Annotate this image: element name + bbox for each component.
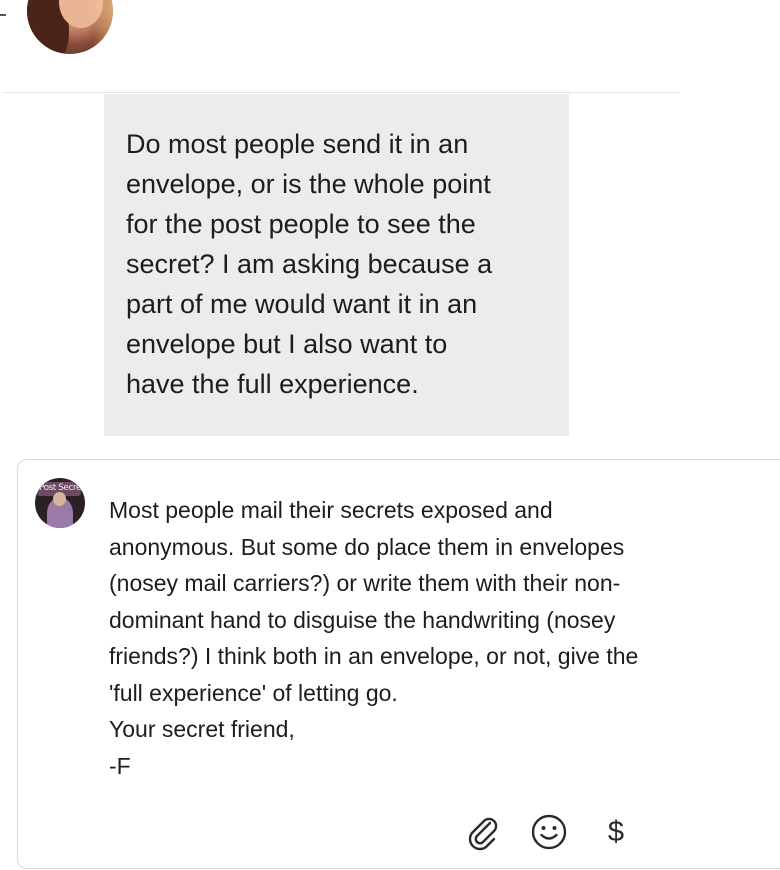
partial-mark	[0, 14, 6, 16]
reply-message-text: Most people mail their secrets exposed a…	[109, 497, 639, 779]
user-avatar[interactable]	[27, 0, 113, 54]
user-message-bubble: Do most people send it in an envelope, o…	[104, 94, 569, 436]
user-message-text: Do most people send it in an envelope, o…	[126, 129, 493, 399]
avatar-light	[93, 0, 113, 54]
avatar-head	[53, 492, 66, 506]
reply-card: Post Secret Most people mail their secre…	[17, 459, 780, 869]
dollar-icon: $	[607, 815, 625, 848]
message-thread: Do most people send it in an envelope, o…	[0, 0, 780, 870]
emoji-button[interactable]	[529, 812, 569, 852]
paperclip-icon	[468, 817, 498, 851]
tip-button[interactable]: $	[596, 812, 636, 852]
reply-avatar[interactable]: Post Secret	[35, 478, 85, 528]
smiley-icon	[531, 814, 567, 850]
divider	[4, 92, 680, 93]
attach-button[interactable]	[463, 812, 503, 852]
